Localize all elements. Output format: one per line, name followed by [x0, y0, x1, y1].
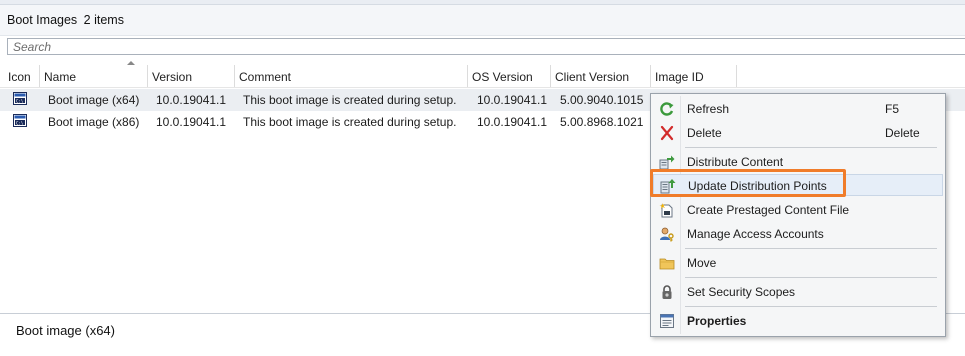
- refresh-icon: [660, 102, 674, 116]
- boot-image-icon: C:\: [13, 92, 27, 105]
- column-client-version[interactable]: Client Version: [551, 65, 651, 87]
- boot-image-icon: C:\: [13, 114, 27, 127]
- row-version: 10.0.19041.1: [156, 115, 227, 129]
- access-accounts-icon: [660, 227, 674, 242]
- row-os-version: 10.0.19041.1: [477, 93, 548, 107]
- column-name[interactable]: Name: [40, 61, 148, 87]
- page-title: Boot Images 2 items: [7, 13, 124, 27]
- column-icon[interactable]: Icon: [4, 65, 40, 87]
- menu-item-distribute-content[interactable]: Distribute Content: [653, 151, 943, 173]
- menu-label: Distribute Content: [687, 155, 784, 169]
- column-os-version[interactable]: OS Version: [468, 65, 551, 87]
- row-name: Boot image (x86): [48, 115, 140, 129]
- update-distribution-points-icon: [660, 179, 676, 194]
- distribute-content-icon: [659, 155, 675, 170]
- menu-label: Properties: [687, 314, 747, 328]
- search-input[interactable]: [8, 39, 965, 54]
- properties-icon: [660, 314, 674, 328]
- menu-item-manage-access-accounts[interactable]: Manage Access Accounts: [653, 223, 943, 245]
- column-headers: Icon Name Version Comment OS Version Cli…: [0, 61, 965, 88]
- menu-label: Set Security Scopes: [687, 285, 796, 299]
- menu-label: Refresh: [687, 102, 730, 116]
- search-box[interactable]: [7, 38, 965, 55]
- row-comment: This boot image is created during setup.: [243, 115, 457, 129]
- menu-label: Update Distribution Points: [688, 179, 827, 193]
- menu-separator: [685, 147, 937, 148]
- column-comment[interactable]: Comment: [235, 65, 468, 87]
- menu-shortcut: Delete: [885, 126, 920, 140]
- column-image-id[interactable]: Image ID: [651, 65, 737, 87]
- row-client-version: 5.00.8968.1021: [560, 115, 644, 129]
- item-count: 2 items: [83, 13, 124, 27]
- menu-separator: [685, 306, 937, 307]
- menu-shortcut: F5: [885, 102, 900, 116]
- menu-label: Create Prestaged Content File: [687, 203, 850, 217]
- svg-text:C:\: C:\: [16, 121, 24, 126]
- prestaged-content-icon: [659, 203, 673, 218]
- row-client-version: 5.00.9040.1015: [560, 93, 644, 107]
- folder-icon: [659, 258, 675, 270]
- menu-label: Move: [687, 256, 717, 270]
- title-text: Boot Images: [7, 13, 78, 27]
- menu-item-set-security-scopes[interactable]: Set Security Scopes: [653, 281, 943, 303]
- row-name: Boot image (x64): [48, 93, 140, 107]
- lock-icon: [662, 285, 672, 299]
- menu-separator: [685, 277, 937, 278]
- menu-item-create-prestaged-content[interactable]: Create Prestaged Content File: [653, 199, 943, 221]
- svg-text:C:\: C:\: [16, 99, 24, 104]
- menu-label: Delete: [687, 126, 722, 140]
- details-title: Boot image (x64): [16, 323, 115, 338]
- row-comment: This boot image is created during setup.: [243, 93, 457, 107]
- menu-label: Manage Access Accounts: [687, 227, 824, 241]
- column-name-label: Name: [44, 70, 77, 84]
- row-version: 10.0.19041.1: [156, 93, 227, 107]
- column-version[interactable]: Version: [148, 65, 235, 87]
- row-os-version: 10.0.19041.1: [477, 115, 548, 129]
- context-menu: Refresh F5 Delete Delete Distribute Cont…: [650, 93, 946, 337]
- menu-item-delete[interactable]: Delete Delete: [653, 122, 943, 144]
- list-header: Boot Images 2 items: [0, 5, 965, 36]
- delete-icon: [660, 125, 674, 141]
- menu-separator: [685, 248, 937, 249]
- menu-item-properties[interactable]: Properties: [653, 310, 943, 332]
- menu-item-move[interactable]: Move: [653, 252, 943, 274]
- sort-ascending-icon: [127, 61, 135, 65]
- menu-item-update-distribution-points[interactable]: Update Distribution Points: [653, 174, 943, 196]
- menu-item-refresh[interactable]: Refresh F5: [653, 98, 943, 120]
